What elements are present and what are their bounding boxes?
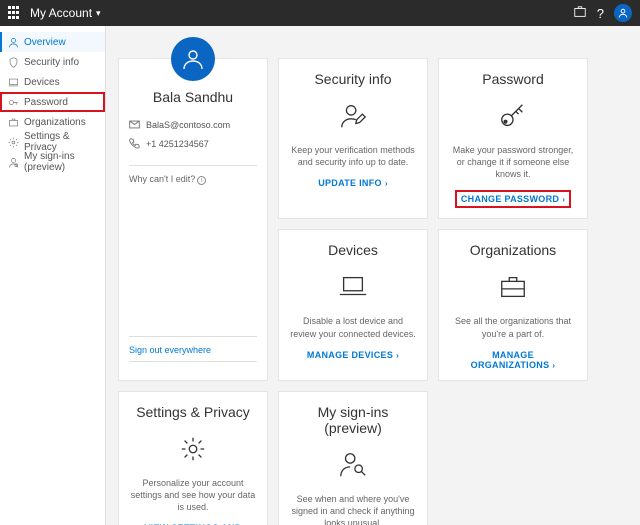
card-title: Security info (314, 71, 391, 87)
change-password-link[interactable]: CHANGE PASSWORD› (461, 194, 565, 204)
card-title: Organizations (470, 242, 556, 258)
profile-phone-row: +1 4251234567 (129, 138, 257, 149)
security-info-card: Security info Keep your verification met… (278, 58, 428, 219)
profile-card: Bala Sandhu BalaS@contoso.com +1 4251234… (118, 58, 268, 381)
card-desc: See all the organizations that you're a … (449, 315, 577, 339)
chevron-right-icon: › (396, 351, 399, 360)
card-title: Devices (328, 242, 378, 258)
sidebar-item-signins[interactable]: My sign-ins (preview) (0, 152, 105, 172)
sidebar-item-overview[interactable]: Overview (0, 32, 105, 52)
help-icon[interactable]: ? (597, 6, 604, 21)
sidebar-item-label: Overview (24, 37, 66, 48)
profile-email-row: BalaS@contoso.com (129, 119, 257, 130)
card-desc: Disable a lost device and review your co… (289, 315, 417, 339)
sidebar-item-label: My sign-ins (preview) (24, 151, 97, 173)
sidebar-item-settings[interactable]: Settings & Privacy (0, 132, 105, 152)
signins-card: My sign-ins (preview) See when and where… (278, 391, 428, 525)
org-switcher-icon[interactable] (573, 5, 587, 22)
sidebar: Overview Security info Devices Password … (0, 26, 106, 525)
card-desc: Personalize your account settings and se… (129, 477, 257, 513)
profile-phone: +1 4251234567 (146, 139, 209, 149)
sidebar-item-label: Security info (24, 57, 79, 68)
sign-out-everywhere[interactable]: Sign out everywhere (129, 345, 257, 355)
laptop-icon (338, 272, 368, 305)
app-launcher-icon[interactable] (8, 6, 22, 20)
profile-avatar (171, 37, 215, 81)
card-title: Settings & Privacy (136, 404, 250, 420)
briefcase-icon (498, 272, 528, 305)
person-search-icon (338, 450, 368, 483)
sidebar-item-label: Organizations (24, 117, 86, 128)
card-desc: Make your password stronger, or change i… (449, 144, 577, 180)
chevron-right-icon: › (562, 195, 565, 204)
sidebar-item-label: Devices (24, 77, 60, 88)
user-avatar[interactable] (614, 4, 632, 22)
gear-icon (178, 434, 208, 467)
profile-email: BalaS@contoso.com (146, 120, 230, 130)
app-title: My Account (30, 6, 92, 20)
main-content: Bala Sandhu BalaS@contoso.com +1 4251234… (106, 26, 640, 525)
card-desc: See when and where you've signed in and … (289, 493, 417, 525)
sidebar-item-password[interactable]: Password (0, 92, 105, 112)
sidebar-item-organizations[interactable]: Organizations (0, 112, 105, 132)
card-desc: Keep your verification methods and secur… (289, 144, 417, 168)
password-card: Password Make your password stronger, or… (438, 58, 588, 219)
chevron-right-icon: › (385, 179, 388, 188)
manage-devices-link[interactable]: MANAGE DEVICES› (307, 350, 399, 360)
sidebar-item-devices[interactable]: Devices (0, 72, 105, 92)
sidebar-item-label: Password (24, 97, 68, 108)
info-icon: i (197, 176, 206, 185)
chevron-right-icon: › (552, 361, 555, 370)
highlight-change-password: CHANGE PASSWORD› (455, 190, 571, 208)
chevron-down-icon[interactable]: ▾ (96, 8, 101, 19)
person-edit-icon (338, 101, 368, 134)
key-icon (498, 101, 528, 134)
top-bar: My Account ▾ ? (0, 0, 640, 26)
profile-name: Bala Sandhu (129, 89, 257, 105)
sidebar-item-security[interactable]: Security info (0, 52, 105, 72)
card-title: Password (482, 71, 543, 87)
devices-card: Devices Disable a lost device and review… (278, 229, 428, 380)
sidebar-item-label: Settings & Privacy (24, 131, 97, 153)
settings-privacy-card: Settings & Privacy Personalize your acco… (118, 391, 268, 525)
update-info-link[interactable]: UPDATE INFO› (318, 178, 388, 188)
manage-orgs-link[interactable]: MANAGE ORGANIZATIONS› (449, 350, 577, 370)
why-cant-edit[interactable]: Why can't I edit?i (129, 174, 257, 185)
card-title: My sign-ins (preview) (289, 404, 417, 436)
organizations-card: Organizations See all the organizations … (438, 229, 588, 380)
